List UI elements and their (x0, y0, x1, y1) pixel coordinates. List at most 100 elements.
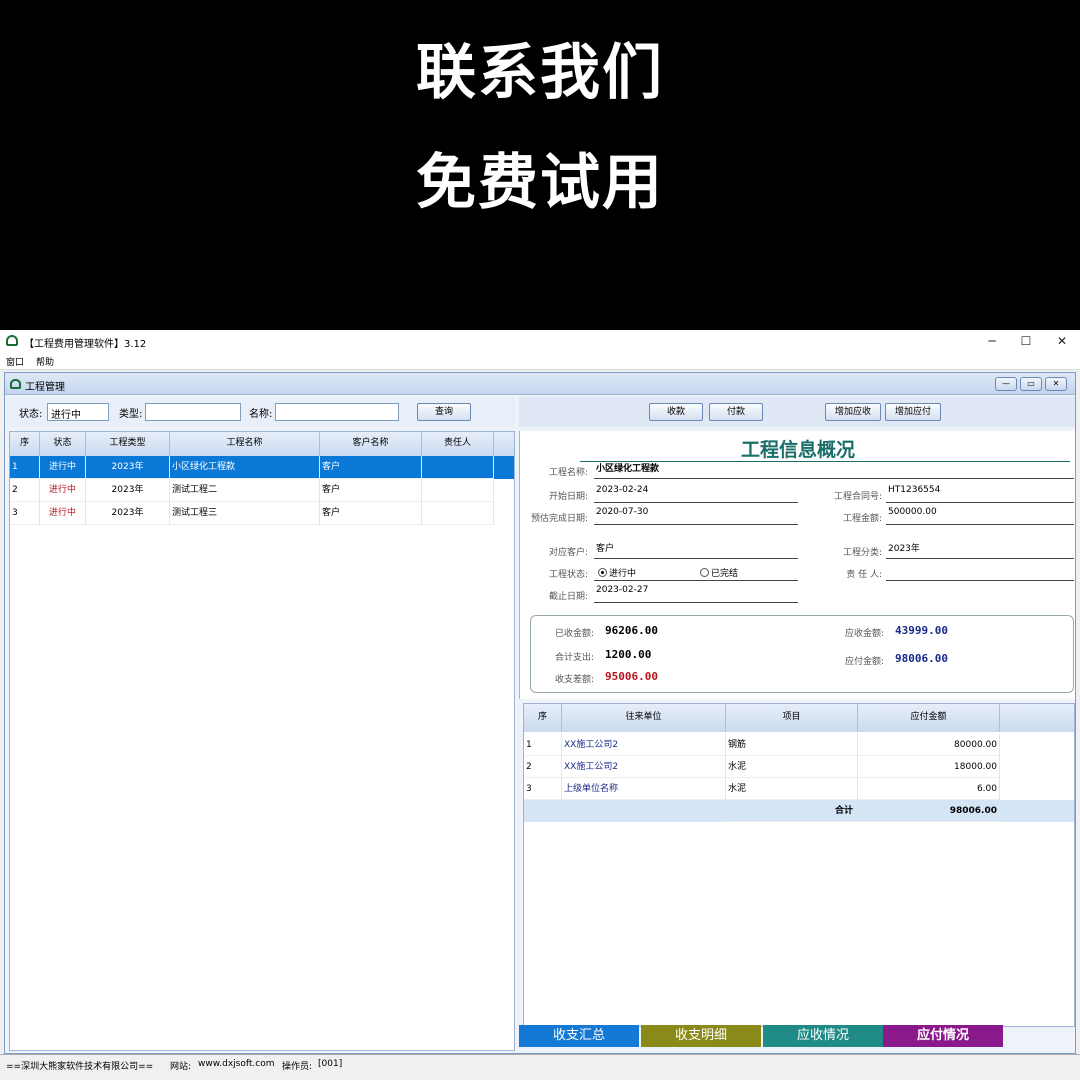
expected-date-value: 2020-07-30 (594, 507, 798, 525)
tab-summary[interactable]: 收支汇总 (519, 1025, 639, 1047)
table-row[interactable]: 3 上级单位名称 水泥 6.00 (524, 778, 1074, 800)
finance-summary-box: 已收金额: 96206.00 应收金额: 43999.00 合计支出: 1200… (530, 615, 1074, 693)
contract-no-value: HT1236554 (886, 485, 1074, 503)
maximize-window-button[interactable]: ☐ (1008, 332, 1044, 350)
table-row[interactable]: 3 进行中 2023年 测试工程三 客户 (10, 502, 514, 525)
project-amount-value: 500000.00 (886, 507, 1074, 525)
name-filter-label: 名称: (249, 409, 273, 420)
spent-label: 合计支出: (555, 653, 595, 663)
pay-button[interactable]: 付款 (709, 403, 763, 421)
website-label: 网站: (170, 1062, 192, 1072)
status-ongoing-label: 进行中 (609, 569, 637, 579)
menu-bar: 窗口 帮助 (0, 352, 1080, 370)
action-toolbar: 收款 付款 增加应收 增加应付 (519, 397, 1075, 427)
contract-no-label: 工程合同号: (833, 492, 882, 502)
tab-details[interactable]: 收支明细 (641, 1025, 761, 1047)
status-filter-label: 状态: (19, 409, 43, 420)
diff-value: 95006.00 (605, 670, 658, 683)
menu-window[interactable]: 窗口 (6, 355, 24, 368)
col-owner[interactable]: 责任人 (422, 432, 494, 456)
name-filter-input[interactable] (275, 403, 399, 421)
filter-toolbar: 状态: 进行中 类型: 名称: 查询 (7, 397, 515, 427)
receivable-label: 应收金额: (845, 629, 885, 639)
row-client: 客户 (320, 502, 422, 525)
payable-table-header: 序 往来单位 项目 应付金额 (524, 704, 1074, 732)
col-no[interactable]: 序 (10, 432, 40, 456)
menu-help[interactable]: 帮助 (36, 355, 54, 368)
col-status[interactable]: 状态 (40, 432, 86, 456)
project-info-panel: 工程信息概况 工程名称: 小区绿化工程款 开始日期: 2023-02-24 工程… (519, 431, 1075, 699)
window-title: 【工程费用管理软件】3.12 (24, 339, 147, 350)
status-filter-input[interactable]: 进行中 (47, 403, 109, 421)
table-row[interactable]: 2 进行中 2023年 测试工程二 客户 (10, 479, 514, 502)
client-label: 对应客户: (548, 548, 588, 558)
table-row[interactable]: 1 进行中 2023年 小区绿化工程款 客户 (10, 456, 514, 479)
type-filter-input[interactable] (145, 403, 241, 421)
received-label: 已收金额: (555, 629, 595, 639)
table-row[interactable]: 2 XX施工公司2 水泥 18000.00 (524, 756, 1074, 778)
status-ongoing-radio[interactable]: 进行中 (598, 566, 636, 579)
close-window-button[interactable]: ✕ (1044, 332, 1080, 350)
receive-button[interactable]: 收款 (649, 403, 703, 421)
col-item[interactable]: 项目 (726, 704, 858, 732)
col-amount[interactable]: 应付金额 (858, 704, 1000, 732)
website-link[interactable]: www.dxjsoft.com (198, 1059, 274, 1069)
col-client[interactable]: 客户名称 (320, 432, 422, 456)
row-status: 进行中 (40, 456, 86, 479)
minimize-window-button[interactable]: ─ (974, 332, 1010, 350)
panel-restore-button[interactable]: ▭ (1020, 377, 1042, 391)
project-status-label: 工程状态: (548, 570, 588, 580)
add-payable-button[interactable]: 增加应付 (885, 403, 941, 421)
col-no[interactable]: 序 (524, 704, 562, 732)
row-type: 2023年 (86, 456, 170, 479)
app-window: 【工程费用管理软件】3.12 ─ ☐ ✕ 窗口 帮助 工程管理 — ▭ ✕ 状态… (0, 330, 1080, 1080)
total-row: 合计 98006.00 (524, 800, 1074, 822)
row-client: 客户 (320, 456, 422, 479)
banner-contact-us: 联系我们 (416, 38, 664, 108)
row-unit: XX施工公司2 (562, 756, 726, 778)
row-owner (422, 479, 494, 502)
status-bar: ==深圳大熊家软件技术有限公司== 网站: www.dxjsoft.com 操作… (0, 1054, 1080, 1080)
tab-receivables[interactable]: 应收情况 (763, 1025, 883, 1047)
row-status: 进行中 (40, 479, 86, 502)
start-date-value: 2023-02-24 (594, 485, 798, 503)
row-no: 3 (524, 778, 562, 800)
panel-close-button[interactable]: ✕ (1045, 377, 1067, 391)
payable-value: 98006.00 (895, 652, 948, 665)
project-amount-label: 工程金额: (842, 514, 882, 524)
row-no: 1 (10, 456, 40, 479)
row-no: 2 (524, 756, 562, 778)
client-value: 客户 (594, 541, 798, 559)
tab-payables[interactable]: 应付情况 (883, 1025, 1003, 1047)
row-type: 2023年 (86, 479, 170, 502)
row-type: 2023年 (86, 502, 170, 525)
radio-unchecked-icon (700, 568, 709, 577)
receivable-value: 43999.00 (895, 624, 948, 637)
status-done-radio[interactable]: 已完结 (700, 566, 738, 579)
expected-date-label: 预估完成日期: (530, 514, 588, 524)
spent-value: 1200.00 (605, 648, 652, 661)
panel-title: 工程管理 (25, 382, 65, 393)
panel-minimize-button[interactable]: — (995, 377, 1017, 391)
add-receivable-button[interactable]: 增加应收 (825, 403, 881, 421)
row-no: 2 (10, 479, 40, 502)
row-client: 客户 (320, 479, 422, 502)
col-unit[interactable]: 往来单位 (562, 704, 726, 732)
row-item: 钢筋 (726, 734, 858, 756)
query-button[interactable]: 查询 (417, 403, 471, 421)
project-table-header: 序 状态 工程类型 工程名称 客户名称 责任人 (10, 432, 514, 456)
received-value: 96206.00 (605, 624, 658, 637)
col-name[interactable]: 工程名称 (170, 432, 320, 456)
row-name: 测试工程二 (170, 479, 320, 502)
app-logo-icon (6, 335, 18, 346)
info-heading: 工程信息概况 (740, 439, 855, 461)
title-bar: 【工程费用管理软件】3.12 ─ ☐ ✕ (0, 330, 1080, 352)
table-row[interactable]: 1 XX施工公司2 钢筋 80000.00 (524, 734, 1074, 756)
deadline-label: 截止日期: (548, 592, 588, 602)
category-label: 工程分类: (842, 548, 882, 558)
total-label: 合计 (726, 800, 858, 822)
col-type[interactable]: 工程类型 (86, 432, 170, 456)
status-done-label: 已完结 (711, 569, 739, 579)
row-name: 小区绿化工程款 (170, 456, 320, 479)
operator-value: [001] (318, 1059, 343, 1069)
